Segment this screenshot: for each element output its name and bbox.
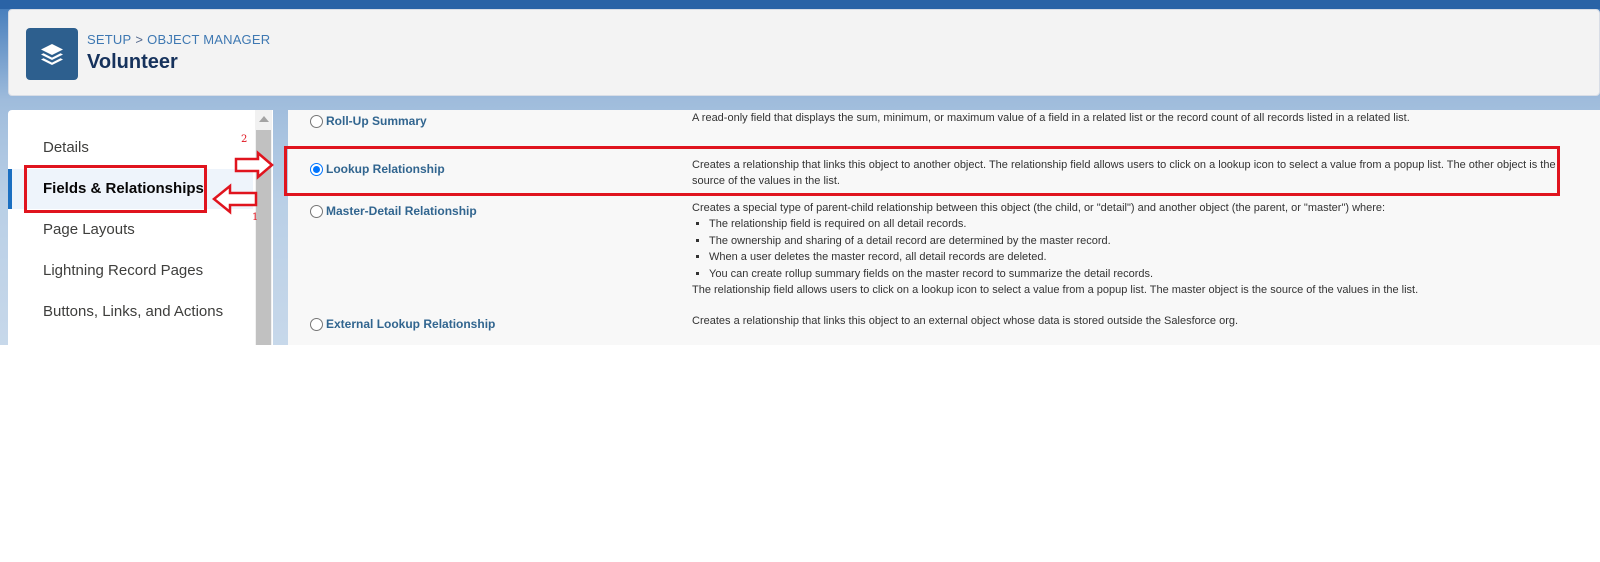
breadcrumb-setup-link[interactable]: SETUP xyxy=(87,32,131,47)
field-type-label: Roll-Up Summary xyxy=(326,114,427,128)
radio-external-lookup[interactable] xyxy=(310,318,323,332)
field-type-option-master-detail[interactable]: Master-Detail Relationship xyxy=(310,204,477,219)
field-type-option-external-lookup[interactable]: External Lookup Relationship xyxy=(310,317,496,332)
master-detail-footer: The relationship field allows users to c… xyxy=(692,284,1419,296)
field-type-description: Creates a special type of parent-child r… xyxy=(692,200,1567,298)
annotation-step-2: 2 xyxy=(241,134,248,145)
sidebar-scrollbar[interactable] xyxy=(255,110,272,345)
list-item: The relationship field is required on al… xyxy=(709,216,1567,233)
scroll-up-arrow-icon[interactable] xyxy=(259,116,269,122)
breadcrumb-object-manager-link[interactable]: OBJECT MANAGER xyxy=(147,32,270,47)
breadcrumb: SETUP > OBJECT MANAGER xyxy=(87,32,270,47)
layers-icon xyxy=(26,28,78,80)
field-type-description: A read-only field that displays the sum,… xyxy=(692,112,1410,124)
sidebar-nav: Details Fields & Relationships Page Layo… xyxy=(8,110,273,345)
field-type-label: External Lookup Relationship xyxy=(326,317,496,331)
sidebar-item-buttons-links-actions[interactable]: Buttons, Links, and Actions xyxy=(8,292,253,332)
radio-rollup-summary[interactable] xyxy=(310,115,323,129)
sidebar-item-details[interactable]: Details xyxy=(8,128,253,168)
annotation-step-1: 1 xyxy=(252,212,259,223)
sidebar-item-page-layouts[interactable]: Page Layouts xyxy=(8,210,253,250)
list-item: When a user deletes the master record, a… xyxy=(709,249,1567,266)
sidebar-item-label: Lightning Record Pages xyxy=(43,262,204,279)
master-detail-bullets: The relationship field is required on al… xyxy=(709,216,1567,282)
field-type-description: Creates a relationship that links this o… xyxy=(692,315,1239,327)
active-indicator xyxy=(8,169,12,209)
field-type-label: Master-Detail Relationship xyxy=(326,204,477,218)
list-item: You can create rollup summary fields on … xyxy=(709,266,1567,283)
sidebar-item-label: Details xyxy=(43,139,89,156)
field-type-option-rollup-summary[interactable]: Roll-Up Summary xyxy=(310,114,427,129)
master-detail-intro: Creates a special type of parent-child r… xyxy=(692,202,1386,214)
annotation-box-fields-relationships xyxy=(24,165,207,213)
page-title: Volunteer xyxy=(87,51,178,73)
top-strip xyxy=(0,0,1600,9)
sidebar-item-lightning-record-pages[interactable]: Lightning Record Pages xyxy=(8,251,253,291)
right-arrow-icon xyxy=(234,150,274,180)
left-arrow-icon xyxy=(212,183,258,215)
sidebar-item-label: Page Layouts xyxy=(43,221,135,238)
list-item: The ownership and sharing of a detail re… xyxy=(709,233,1567,250)
radio-master-detail[interactable] xyxy=(310,205,323,219)
object-header: SETUP > OBJECT MANAGER Volunteer xyxy=(8,9,1600,96)
annotation-box-lookup-relationship xyxy=(284,146,1560,196)
breadcrumb-separator: > xyxy=(135,32,144,47)
sidebar-item-label: Buttons, Links, and Actions xyxy=(43,303,224,320)
